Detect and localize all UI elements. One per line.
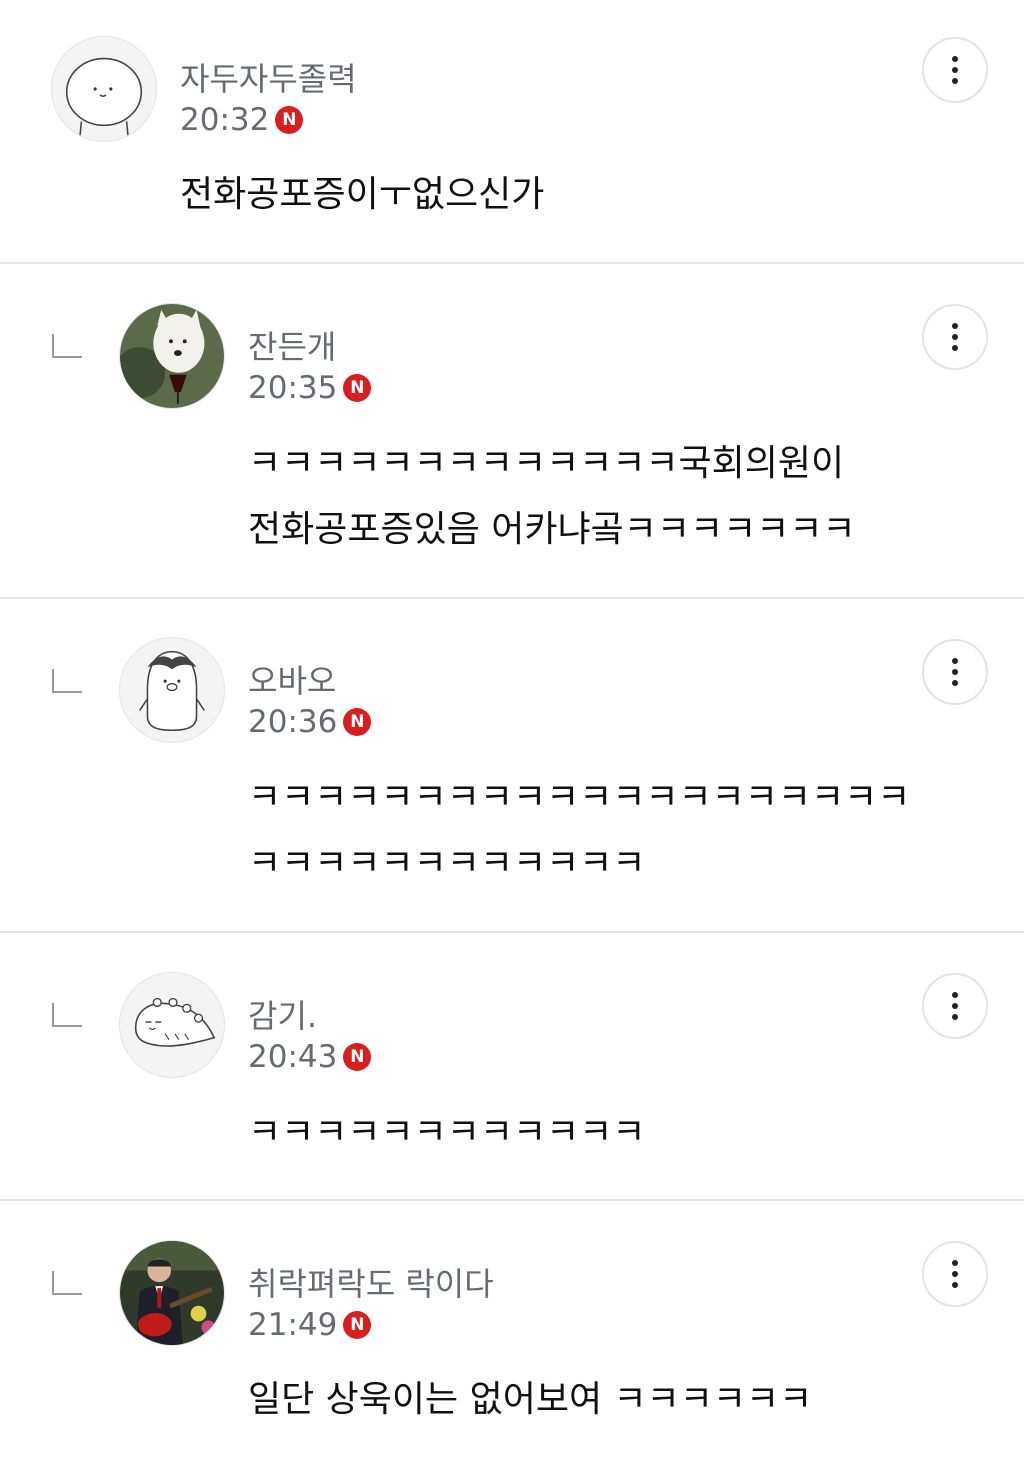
comment-item: 잔든개 20:35 N ㅋㅋㅋㅋㅋㅋㅋㅋㅋㅋㅋㅋㅋ국회의원이 전화공포증있음 어… [0, 264, 1024, 599]
more-options-button[interactable] [922, 1241, 988, 1307]
reply-indicator-icon [52, 1003, 82, 1027]
dinosaur-character-avatar[interactable] [119, 972, 225, 1078]
man-with-guitar-photo-avatar[interactable] [119, 1240, 225, 1346]
new-badge-icon: N [343, 1043, 372, 1071]
vertical-dots-icon [952, 1260, 958, 1288]
comment-body: ㅋㅋㅋㅋㅋㅋㅋㅋㅋㅋㅋㅋㅋ국회의원이 전화공포증있음 어카냐곸ㅋㅋㅋㅋㅋㅋㅋ [248, 443, 856, 550]
reply-indicator-icon [52, 334, 82, 358]
vertical-dots-icon [952, 658, 958, 686]
vertical-dots-icon [952, 992, 958, 1020]
comment-item: 자두자두졸력 20:32 N 전화공포증이ㅜ없으신가 [0, 0, 1024, 264]
white-dog-photo-avatar[interactable] [119, 303, 225, 409]
comment-item: 취락펴락도 락이다 21:49 N 일단 상욱이는 없어보여 ㅋㅋㅋㅋㅋㅋ [0, 1201, 1024, 1469]
vertical-dots-icon [952, 56, 958, 84]
more-options-button[interactable] [922, 304, 988, 370]
comment-item: 오바오 20:36 N ㅋㅋㅋㅋㅋㅋㅋㅋㅋㅋㅋㅋㅋㅋㅋㅋㅋㅋㅋㅋ ㅋㅋㅋㅋㅋㅋㅋ… [0, 599, 1024, 933]
comment-body: 전화공포증이ㅜ없으신가 [180, 174, 545, 215]
comment-author-name[interactable]: 잔든개 [248, 322, 336, 368]
vertical-dots-icon [952, 323, 958, 351]
comment-timestamp: 20:32 N [180, 102, 304, 138]
comment-body: ㅋㅋㅋㅋㅋㅋㅋㅋㅋㅋㅋㅋㅋㅋㅋㅋㅋㅋㅋㅋ ㅋㅋㅋㅋㅋㅋㅋㅋㅋㅋㅋㅋ [248, 777, 911, 884]
comment-body: 일단 상욱이는 없어보여 ㅋㅋㅋㅋㅋㅋ [248, 1379, 813, 1420]
new-badge-icon: N [343, 1311, 372, 1339]
more-options-button[interactable] [922, 973, 988, 1039]
comment-timestamp: 20:43 N [248, 1039, 372, 1075]
comment-timestamp: 20:36 N [248, 704, 372, 740]
comment-item: 감기. 20:43 N ㅋㅋㅋㅋㅋㅋㅋㅋㅋㅋㅋㅋ [0, 933, 1024, 1201]
new-badge-icon: N [275, 106, 304, 134]
comment-author-name[interactable]: 자두자두졸력 [180, 54, 357, 100]
more-options-button[interactable] [922, 37, 988, 103]
comment-author-name[interactable]: 취락펴락도 락이다 [248, 1259, 494, 1305]
comment-timestamp: 21:49 N [248, 1307, 372, 1343]
comment-timestamp: 20:35 N [248, 370, 372, 406]
comment-author-name[interactable]: 오바오 [248, 656, 336, 702]
new-badge-icon: N [343, 374, 372, 402]
new-badge-icon: N [343, 708, 372, 736]
comment-body: ㅋㅋㅋㅋㅋㅋㅋㅋㅋㅋㅋㅋ [248, 1112, 646, 1153]
penguin-character-avatar[interactable] [119, 637, 225, 743]
reply-indicator-icon [52, 1271, 82, 1295]
round-face-character-avatar[interactable] [51, 36, 157, 142]
more-options-button[interactable] [922, 639, 988, 705]
comment-author-name[interactable]: 감기. [248, 991, 317, 1037]
reply-indicator-icon [52, 669, 82, 693]
